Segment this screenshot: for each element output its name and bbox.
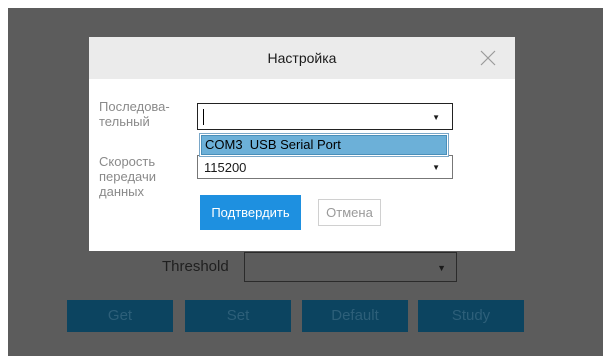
get-button[interactable]: Get bbox=[67, 300, 173, 332]
speed-label-line1: Скорость bbox=[99, 154, 156, 169]
dialog-title: Настройка bbox=[267, 50, 337, 66]
set-button[interactable]: Set bbox=[185, 300, 291, 332]
settings-dialog: Настройка Последова- тельный ▼ Скорость … bbox=[89, 37, 515, 251]
port-select[interactable]: ▼ bbox=[197, 103, 453, 130]
speed-label-line3: данных bbox=[99, 184, 145, 199]
port-label-line2: тельный bbox=[99, 114, 150, 129]
port-label: Последова- тельный bbox=[99, 99, 189, 129]
chevron-down-icon: ▼ bbox=[432, 113, 440, 122]
port-dropdown-list: COM3 USB Serial Port bbox=[199, 133, 449, 157]
port-option-com3[interactable]: COM3 USB Serial Port bbox=[201, 135, 447, 155]
speed-label: Скорость передачи данных bbox=[99, 154, 189, 199]
speed-label-line2: передачи bbox=[99, 169, 157, 184]
dialog-header: Настройка bbox=[89, 37, 515, 79]
baud-rate-select[interactable]: 115200 ▼ bbox=[197, 155, 453, 179]
port-label-line1: Последова- bbox=[99, 99, 170, 114]
default-button[interactable]: Default bbox=[302, 300, 408, 332]
text-cursor bbox=[203, 109, 204, 125]
baud-rate-value: 115200 bbox=[204, 160, 247, 175]
confirm-button[interactable]: Подтвердить bbox=[200, 195, 301, 230]
study-button[interactable]: Study bbox=[418, 300, 524, 332]
close-icon[interactable] bbox=[479, 49, 497, 67]
cancel-button[interactable]: Отмена bbox=[318, 199, 381, 226]
chevron-down-icon: ▼ bbox=[432, 163, 440, 172]
threshold-select[interactable]: ▼ bbox=[244, 252, 457, 282]
threshold-label: Threshold bbox=[162, 258, 229, 275]
chevron-down-icon: ▼ bbox=[437, 263, 446, 273]
